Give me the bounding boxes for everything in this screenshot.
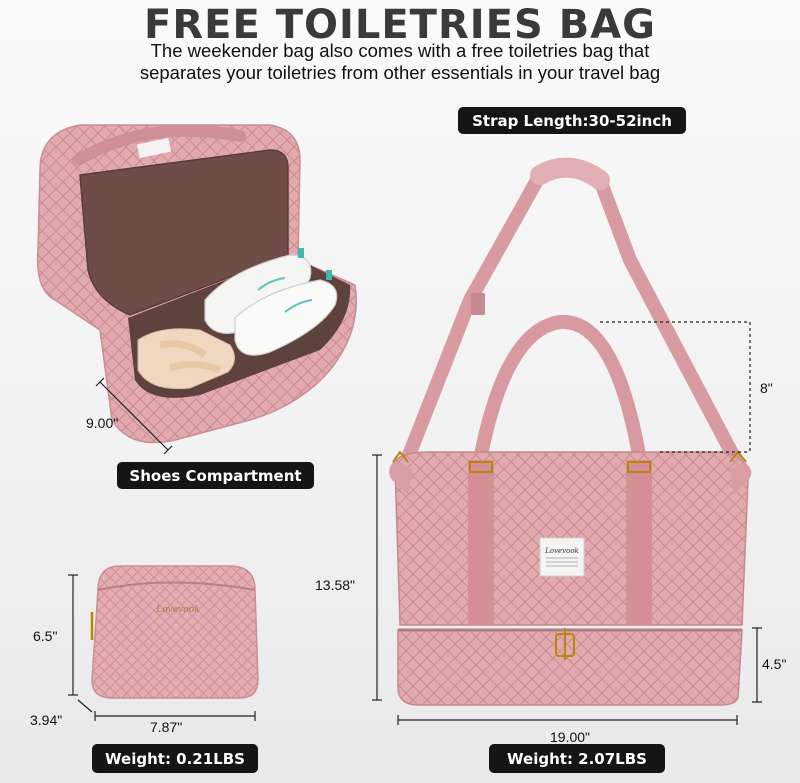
open-shoe-bag (36, 124, 357, 444)
toiletry-weight-label: Weight: 0.21LBS (92, 744, 258, 773)
pouch-depth-dimension: 3.94" (30, 712, 63, 728)
duffel-bag: Lovevook (389, 157, 752, 706)
subtitle-line-1: The weekender bag also comes with a free… (150, 40, 650, 61)
pouch-width-dimension: 7.87" (150, 719, 183, 735)
strap-length-label: Strap Length:30-52inch (458, 107, 686, 134)
toiletry-pouch: Lovevook (90, 565, 259, 699)
shoes-compartment-label: Shoes Compartment (117, 462, 314, 489)
duffel-weight-label: Weight: 2.07LBS (489, 744, 665, 773)
pouch-brand-text: Lovevook (155, 605, 199, 615)
bag-width-dimension: 19.00" (550, 729, 591, 745)
handle-drop-dimension: 8" (760, 380, 773, 396)
pouch-height-dimension: 6.5" (33, 628, 58, 644)
brand-label-text: Lovevook (544, 547, 579, 555)
subtitle-line-2: separates your toiletries from other ess… (139, 62, 661, 83)
bottom-height-dimension: 4.5" (762, 656, 787, 672)
bag-height-dimension: 13.58" (315, 577, 356, 593)
shoe-depth-dimension: 9.00" (86, 415, 119, 431)
